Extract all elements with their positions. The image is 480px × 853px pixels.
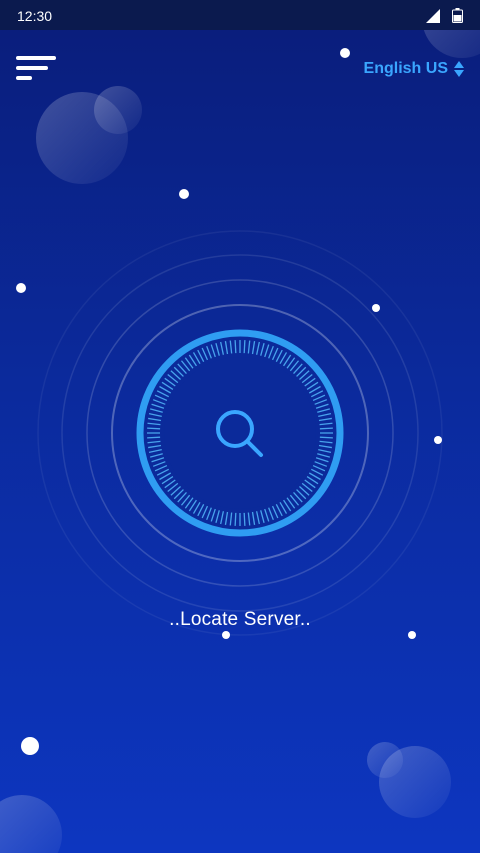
connection-status-text: ..Locate Server.. (169, 609, 311, 630)
search-button[interactable] (206, 400, 274, 468)
app-screen: 12:30 English US ..Locate Server.. (0, 0, 480, 853)
search-icon (216, 410, 263, 457)
